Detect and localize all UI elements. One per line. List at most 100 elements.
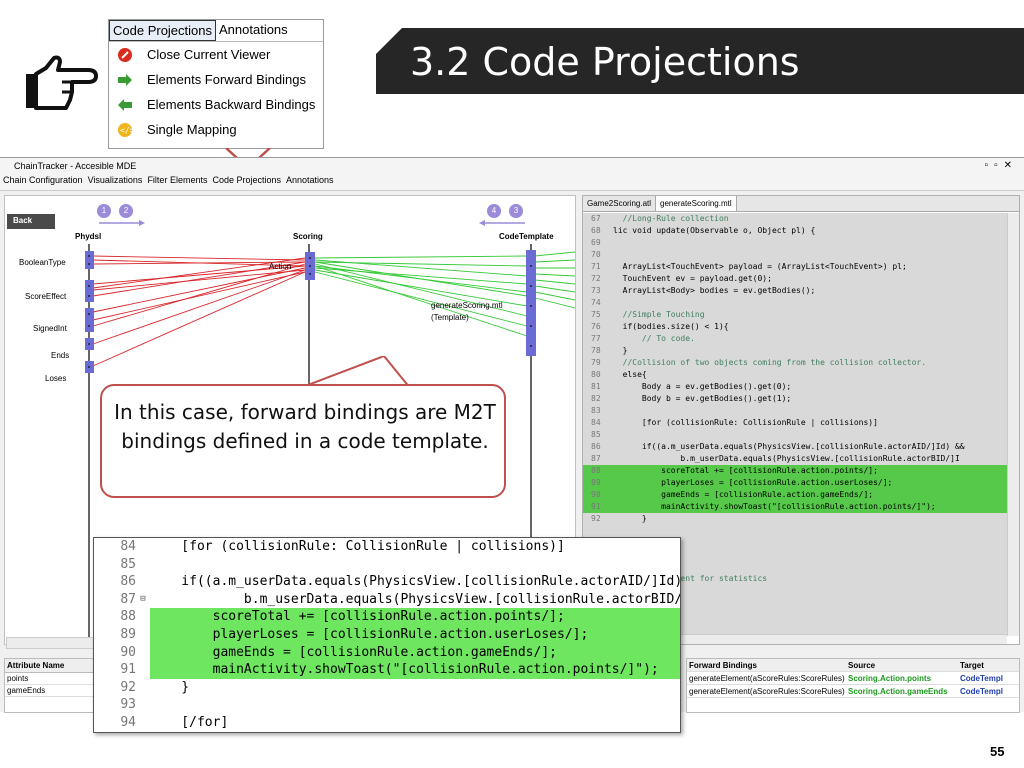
template-label: generateScoring.mtl: [431, 301, 503, 310]
tab-game2scoring[interactable]: Game2Scoring.atl: [583, 196, 657, 211]
back-button[interactable]: Back: [7, 214, 55, 229]
code-text: gameEnds = [collisionRule.action.gameEnd…: [150, 643, 680, 662]
menu-item-close-viewer[interactable]: Close Current Viewer: [109, 42, 323, 67]
table-cell: CodeTempl: [960, 673, 1003, 683]
node-label-scoreeffect[interactable]: ScoreEffect: [25, 292, 66, 301]
single-mapping-icon: </>: [117, 122, 133, 138]
code-line[interactable]: 88 scoreTotal += [collisionRule.action.p…: [583, 465, 1007, 477]
code-line[interactable]: 87 b.m_userData.equals(PhysicsView.[coll…: [583, 453, 1007, 465]
code-line[interactable]: 81 Body a = ev.getBodies().get(0);: [583, 381, 1007, 393]
step-badge[interactable]: 1: [97, 204, 111, 218]
code-text: scoreTotal += [collisionRule.action.poin…: [150, 608, 680, 626]
step-badge[interactable]: 2: [119, 204, 133, 218]
tab-generatescoring[interactable]: generateScoring.mtl: [656, 196, 737, 211]
menu-annotations[interactable]: Annotations: [286, 175, 334, 190]
red-links: [92, 255, 306, 367]
step-badge[interactable]: 3: [509, 204, 523, 218]
code-line[interactable]: 75 //Simple Touching: [583, 309, 1007, 321]
attribute-table-header[interactable]: Attribute Name: [5, 659, 101, 673]
node-label-ends[interactable]: Ends: [51, 351, 69, 360]
code-line[interactable]: 84 [for (collisionRule: CollisionRule | …: [583, 417, 1007, 429]
line-number: 71: [591, 262, 601, 271]
editor-vertical-scrollbar[interactable]: [1007, 213, 1019, 636]
menu-item-forward-bindings[interactable]: Elements Forward Bindings: [109, 67, 323, 92]
menu-code-projections[interactable]: Code Projections: [212, 175, 281, 190]
window-controls[interactable]: ▫▫✕: [985, 160, 1018, 171]
line-number: 91: [120, 662, 136, 678]
code-line[interactable]: 85: [583, 429, 1007, 441]
code-text: mainActivity.showToast("[collisionRule.a…: [613, 502, 936, 511]
node-box-scoreeffect: [85, 280, 94, 302]
line-number: 84: [591, 418, 601, 427]
menu-item-backward-bindings[interactable]: Elements Backward Bindings: [109, 92, 323, 117]
zoomed-code-line: 87 ⊟ b.m_userData.equals(PhysicsView.[col…: [94, 591, 680, 609]
menu-filter-elements[interactable]: Filter Elements: [147, 175, 207, 190]
node-label-loses[interactable]: Loses: [45, 374, 66, 383]
code-line[interactable]: 82 Body b = ev.getBodies().get(1);: [583, 393, 1007, 405]
column-header[interactable]: Forward Bindings: [687, 661, 845, 670]
column-header[interactable]: Target: [957, 661, 1013, 670]
table-cell: generateElement(aScoreRules:ScoreRules): [689, 673, 845, 683]
code-line[interactable]: 79 //Collision of two objects coming fro…: [583, 357, 1007, 369]
zoomed-code-line: 88 scoreTotal += [collisionRule.action.p…: [94, 608, 680, 626]
step-arrow-left-head: [139, 220, 145, 226]
line-number: 89: [591, 478, 601, 487]
code-line[interactable]: 71 ArrayList<TouchEvent> payload = (Arra…: [583, 261, 1007, 273]
code-line[interactable]: 67 //Long-Rule collection: [583, 213, 1007, 225]
code-line[interactable]: 72 TouchEvent ev = payload.get(0);: [583, 273, 1007, 285]
code-text: mainActivity.showToast("[collisionRule.a…: [150, 661, 680, 679]
line-number: 67: [591, 214, 601, 223]
menu-visualizations[interactable]: Visualizations: [88, 175, 143, 190]
table-row[interactable]: generateElement(aScoreRules:ScoreRules) …: [687, 672, 1019, 685]
code-line[interactable]: 69: [583, 237, 1007, 249]
app-menubar: Chain Configuration Visualizations Filte…: [0, 175, 1024, 191]
menu-tab-code-projections[interactable]: Code Projections: [109, 20, 216, 41]
node-label-booleantype[interactable]: BooleanType: [19, 258, 66, 267]
code-line[interactable]: 77 // To code.: [583, 333, 1007, 345]
code-line[interactable]: 76 if(bodies.size() < 1){: [583, 321, 1007, 333]
menu-tab-annotations[interactable]: Annotations: [216, 20, 291, 41]
menu-item-label: Elements Forward Bindings: [147, 72, 306, 87]
page-number: 55: [990, 744, 1005, 759]
code-text: Body b = ev.getBodies().get(1);: [613, 394, 792, 403]
line-number: 82: [591, 394, 601, 403]
code-projections-menu-zoom: Code Projections Annotations Close Curre…: [108, 19, 324, 149]
forward-arrow-icon: [117, 72, 133, 88]
code-line[interactable]: 74: [583, 297, 1007, 309]
code-line[interactable]: 78 }: [583, 345, 1007, 357]
table-row[interactable]: gameEnds: [5, 685, 101, 697]
pointing-hand-icon: [26, 55, 98, 110]
fold-toggle-icon: [136, 679, 150, 697]
menu-chain-configuration[interactable]: Chain Configuration: [3, 175, 83, 190]
code-line[interactable]: 90 gameEnds = [collisionRule.action.game…: [583, 489, 1007, 501]
node-label-signedint[interactable]: SignedInt: [33, 324, 67, 333]
line-number: 69: [591, 238, 601, 247]
step-badge[interactable]: 4: [487, 204, 501, 218]
code-line[interactable]: 83: [583, 405, 1007, 417]
code-line[interactable]: 92 }: [583, 513, 1007, 525]
zoomed-code-line: 93: [94, 696, 680, 714]
line-number: 77: [591, 334, 601, 343]
code-line[interactable]: 80 else{: [583, 369, 1007, 381]
code-line[interactable]: [583, 525, 1007, 537]
zoomed-code-snippet: 84 [for (collisionRule: CollisionRule | …: [93, 537, 681, 733]
fold-toggle-icon: [136, 556, 150, 574]
node-box-signedint: [85, 308, 94, 332]
menu-item-single-mapping[interactable]: </> Single Mapping: [109, 117, 323, 142]
svg-text:</>: </>: [120, 126, 133, 135]
line-number: 92: [120, 679, 136, 695]
table-row[interactable]: generateElement(aScoreRules:ScoreRules) …: [687, 685, 1019, 698]
code-line[interactable]: 86 if((a.m_userData.equals(PhysicsView.[…: [583, 441, 1007, 453]
code-text: [for (collisionRule: CollisionRule | col…: [613, 418, 878, 427]
column-header[interactable]: Source: [845, 661, 957, 670]
code-text: if(bodies.size() < 1){: [613, 322, 729, 331]
code-line[interactable]: 89 playerLoses = [collisionRule.action.u…: [583, 477, 1007, 489]
line-number: 89: [120, 626, 136, 642]
code-line[interactable]: 70: [583, 249, 1007, 261]
fold-toggle-icon[interactable]: ⊟: [136, 591, 150, 609]
code-line[interactable]: 73 ArrayList<Body> bodies = ev.getBodies…: [583, 285, 1007, 297]
node-label-action[interactable]: Action: [269, 262, 291, 271]
code-line[interactable]: 91 mainActivity.showToast("[collisionRul…: [583, 501, 1007, 513]
code-line[interactable]: 68 lic void update(Observable o, Object p…: [583, 225, 1007, 237]
table-row[interactable]: points: [5, 673, 101, 685]
